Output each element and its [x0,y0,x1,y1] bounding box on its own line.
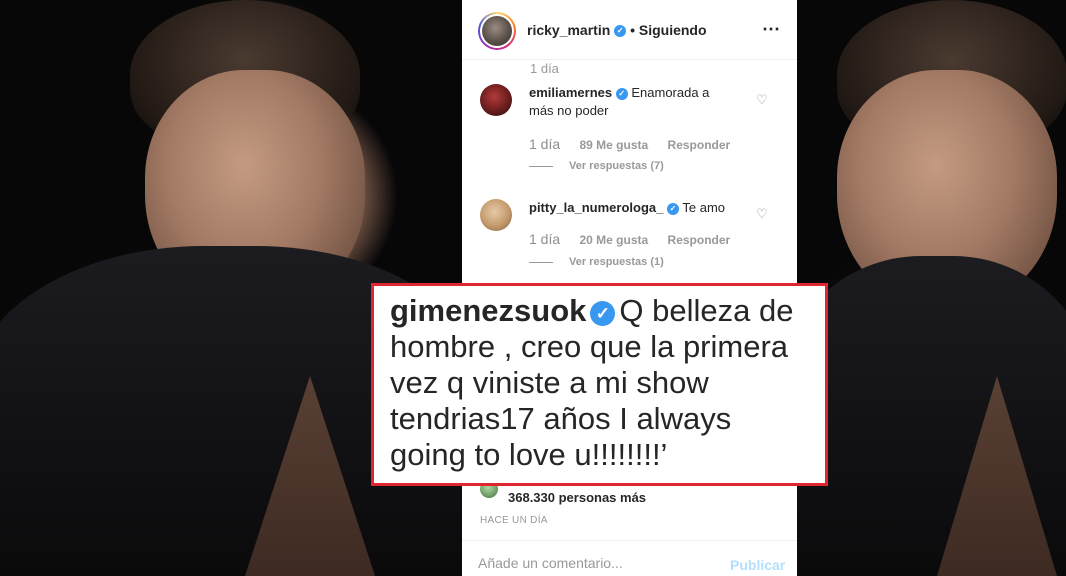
comment-bar: Publicar [462,540,797,576]
comment-meta: 1 día 89 Me gusta Responder [529,136,746,152]
more-options-icon[interactable]: ⋯ [762,19,781,40]
view-replies-label: Ver respuestas (7) [569,160,664,172]
replies-divider [529,165,553,167]
post-header: ricky_martin ✓ • Siguiendo ⋯ [462,0,797,60]
comment-username[interactable]: emiliamernes [529,85,612,100]
post-timestamp: HACE UN DÍA [480,515,548,526]
publish-button[interactable]: Publicar [730,557,785,573]
reply-button[interactable]: Responder [668,233,731,247]
comment-username[interactable]: pitty_la_numerologa_ [529,200,663,215]
highlighted-comment-callout: gimenezsuok ✓ Q belleza de hombre , creo q… [371,283,828,486]
view-replies-button[interactable]: Ver respuestas (1) [529,256,664,268]
avatar[interactable] [480,84,512,116]
like-heart-icon[interactable]: ♡ [756,93,768,106]
story-ring[interactable] [478,12,516,50]
comment-input[interactable] [478,555,698,571]
reply-button[interactable]: Responder [668,138,731,152]
comment-time: 1 día [529,136,561,152]
header-user-line: ricky_martin ✓ • Siguiendo [527,22,707,38]
comment-meta: 1 día 20 Me gusta Responder [529,231,746,247]
comment-likes[interactable]: 89 Me gusta [579,138,648,152]
like-heart-icon[interactable]: ♡ [756,207,768,220]
view-replies-button[interactable]: Ver respuestas (7) [529,160,664,172]
view-replies-label: Ver respuestas (1) [569,256,664,268]
verified-badge-icon: ✓ [615,87,628,100]
following-button[interactable]: Siguiendo [639,22,707,38]
separator-dot: • [630,22,635,38]
verified-badge-icon: ✓ [667,202,679,215]
verified-badge-icon: ✓ [590,301,616,326]
comment-text: Te amo [682,200,726,215]
comment-body: pitty_la_numerologa_ ✓ Te amo [529,199,739,217]
verified-badge-icon: ✓ [614,25,627,38]
highlight-username: gimenezsuok [390,293,587,328]
comment-likes[interactable]: 20 Me gusta [579,233,648,247]
header-username[interactable]: ricky_martin [527,22,610,38]
comment-body: emiliamernes ✓ Enamorada a más no poder [529,84,729,120]
faded-timestamp: 1 día [530,61,559,76]
avatar[interactable] [480,199,512,231]
highlighted-comment: gimenezsuok ✓ Q belleza de hombre , creo q… [390,293,815,473]
background-photo-right [797,0,1066,576]
comment-time: 1 día [529,231,561,247]
likes-count[interactable]: 368.330 personas más [508,490,646,505]
replies-divider [529,261,553,263]
avatar[interactable] [482,16,512,46]
